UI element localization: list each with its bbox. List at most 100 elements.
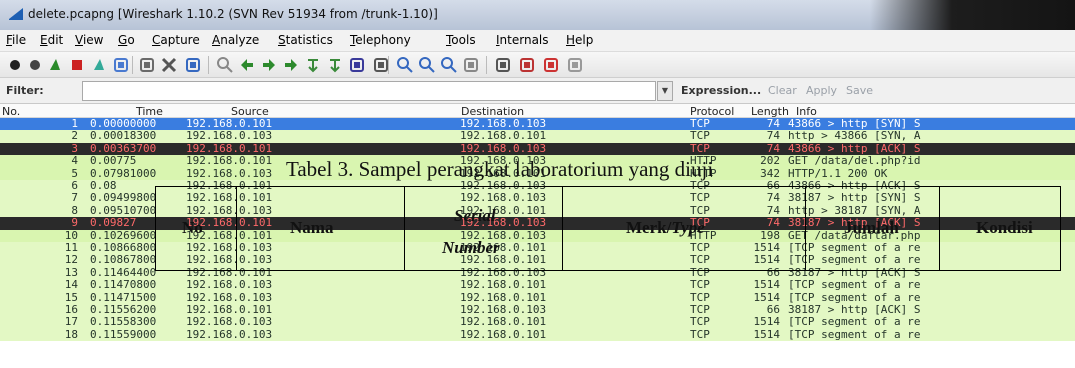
packet-no: 9 — [71, 216, 78, 230]
packet-len: 1514 — [753, 327, 781, 341]
packet-no: 4 — [71, 154, 78, 168]
filter-bar: Filter: ▼ Expression... Clear Apply Save — [0, 78, 1075, 104]
column-info[interactable]: Info — [796, 105, 817, 118]
table-divider-4 — [805, 186, 806, 271]
packet-info: 38187 > http [SYN] S — [788, 191, 921, 205]
capture-filters-icon[interactable] — [494, 56, 512, 74]
reload-icon[interactable] — [184, 56, 202, 74]
packet-time: 0.00775 — [90, 154, 137, 168]
menu-capture[interactable]: Capture — [152, 33, 200, 47]
packet-proto: TCP — [690, 278, 710, 292]
go-to-packet-icon[interactable] — [282, 56, 300, 74]
packet-row[interactable]: 2 0.00018300 192.168.0.103 192.168.0.101 TCP… — [0, 129, 1075, 143]
display-filter-input[interactable] — [82, 81, 656, 101]
table-header-merk: Merk/Type — [626, 218, 705, 238]
colorize-icon[interactable] — [348, 56, 366, 74]
column-no[interactable]: No. — [2, 105, 20, 118]
preferences-icon[interactable] — [566, 56, 584, 74]
packet-row[interactable]: 7 0.09499800 192.168.0.101 192.168.0.103 TCP… — [0, 191, 1075, 205]
menu-analyze[interactable]: Analyze — [212, 33, 259, 47]
go-last-icon[interactable] — [326, 56, 344, 74]
packet-no: 14 — [64, 278, 78, 292]
packet-row[interactable]: 14 0.11470800 192.168.0.103 192.168.0.101 TC… — [0, 278, 1075, 292]
open-file-icon[interactable] — [112, 56, 130, 74]
resize-columns-icon[interactable] — [462, 56, 480, 74]
menu-telephony[interactable]: Telephony — [350, 33, 411, 47]
window-title: delete.pcapng [Wireshark 1.10.2 (SVN Rev… — [28, 7, 438, 21]
close-file-icon[interactable] — [160, 56, 178, 74]
menu-internals[interactable]: Internals — [496, 33, 549, 47]
filter-history-dropdown[interactable]: ▼ — [657, 81, 673, 101]
go-back-icon[interactable] — [238, 56, 256, 74]
packet-time: 0.00018300 — [90, 129, 157, 143]
column-length[interactable]: Length — [751, 105, 789, 118]
packet-info: GET /data/del.php?id — [788, 154, 921, 168]
normal-size-icon[interactable] — [440, 56, 458, 74]
zoom-out-icon[interactable] — [418, 56, 436, 74]
restart-capture-icon[interactable] — [90, 56, 108, 74]
capture-options-icon[interactable] — [26, 56, 44, 74]
column-time[interactable]: Time — [136, 105, 163, 118]
table-header-serial-line2: Number — [442, 238, 500, 257]
packet-no: 18 — [64, 327, 78, 341]
clear-button[interactable]: Clear — [768, 84, 797, 97]
menu-go[interactable]: Go — [118, 33, 135, 47]
expression-button[interactable]: Expression... — [681, 84, 761, 97]
packet-row[interactable]: 12 0.10867800 192.168.0.103 192.168.0.101 TC… — [0, 253, 1075, 267]
packet-proto: HTTP — [690, 154, 717, 168]
menu-statistics[interactable]: Statistics — [278, 33, 333, 47]
packet-dst: 192.168.0.101 — [460, 129, 547, 143]
interface-list-icon[interactable] — [6, 56, 24, 74]
table-header-jumlah: Jumlah — [844, 218, 899, 237]
save-file-icon[interactable] — [138, 56, 156, 74]
start-capture-icon[interactable] — [46, 56, 64, 74]
packet-info: [TCP segment of a re — [788, 315, 921, 329]
menu-edit[interactable]: Edit — [40, 33, 63, 47]
packet-info: http > 43866 [SYN, A — [788, 129, 921, 143]
find-packet-icon[interactable] — [216, 56, 234, 74]
packet-proto: TCP — [690, 129, 710, 143]
go-forward-icon[interactable] — [260, 56, 278, 74]
packet-row[interactable]: 17 0.11558300 192.168.0.103 192.168.0.101 TC… — [0, 315, 1075, 329]
packet-len: 202 — [760, 154, 780, 168]
title-bar-shade — [870, 0, 1075, 30]
packet-time: 0.09827 — [90, 216, 137, 230]
packet-row[interactable]: 4 0.00775 192.168.0.101 192.168.0.103 HTTP 20… — [0, 154, 1075, 168]
packet-dst: 192.168.0.103 — [460, 154, 547, 168]
coloring-rules-icon[interactable] — [542, 56, 560, 74]
column-destination[interactable]: Destination — [461, 105, 524, 118]
packet-len: 1514 — [753, 278, 781, 292]
packet-time: 0.11470800 — [90, 278, 157, 292]
packet-row[interactable]: 18 0.11559000 192.168.0.103 192.168.0.101 TC… — [0, 327, 1075, 342]
table-bottom-border — [155, 270, 1061, 271]
packet-dst: 192.168.0.101 — [460, 327, 547, 341]
packet-len: 74 — [766, 191, 780, 205]
packet-dst: 192.168.0.101 — [460, 315, 547, 329]
toolbar-separator — [388, 56, 389, 74]
table-border-right — [1060, 186, 1061, 271]
packet-src: 192.168.0.101 — [186, 154, 273, 168]
packet-src: 192.168.0.103 — [186, 315, 273, 329]
packet-row[interactable]: 9 0.09827 192.168.0.101 192.168.0.103 TCP 74 3… — [0, 216, 1075, 230]
menu-help[interactable]: Help — [566, 33, 593, 47]
apply-button[interactable]: Apply — [806, 84, 837, 97]
packet-time: 0.11558300 — [90, 315, 157, 329]
menu-file[interactable]: File — [6, 33, 26, 47]
packet-len: 74 — [766, 129, 780, 143]
save-filter-button[interactable]: Save — [846, 84, 873, 97]
column-protocol[interactable]: Protocol — [690, 105, 734, 118]
column-source[interactable]: Source — [231, 105, 269, 118]
packet-src: 192.168.0.103 — [186, 253, 273, 267]
table-divider-3 — [562, 186, 563, 271]
stop-capture-icon[interactable] — [68, 56, 86, 74]
merk-text: Merk/ — [626, 218, 672, 237]
toolbar-separator — [208, 56, 209, 74]
table-header-no: No — [182, 218, 203, 237]
menu-view[interactable]: View — [75, 33, 103, 47]
table-divider-2 — [404, 186, 405, 271]
zoom-in-icon[interactable] — [396, 56, 414, 74]
menu-tools[interactable]: Tools — [446, 33, 476, 47]
go-first-icon[interactable] — [304, 56, 322, 74]
packet-time: 0.11559000 — [90, 327, 157, 341]
display-filters-icon[interactable] — [518, 56, 536, 74]
